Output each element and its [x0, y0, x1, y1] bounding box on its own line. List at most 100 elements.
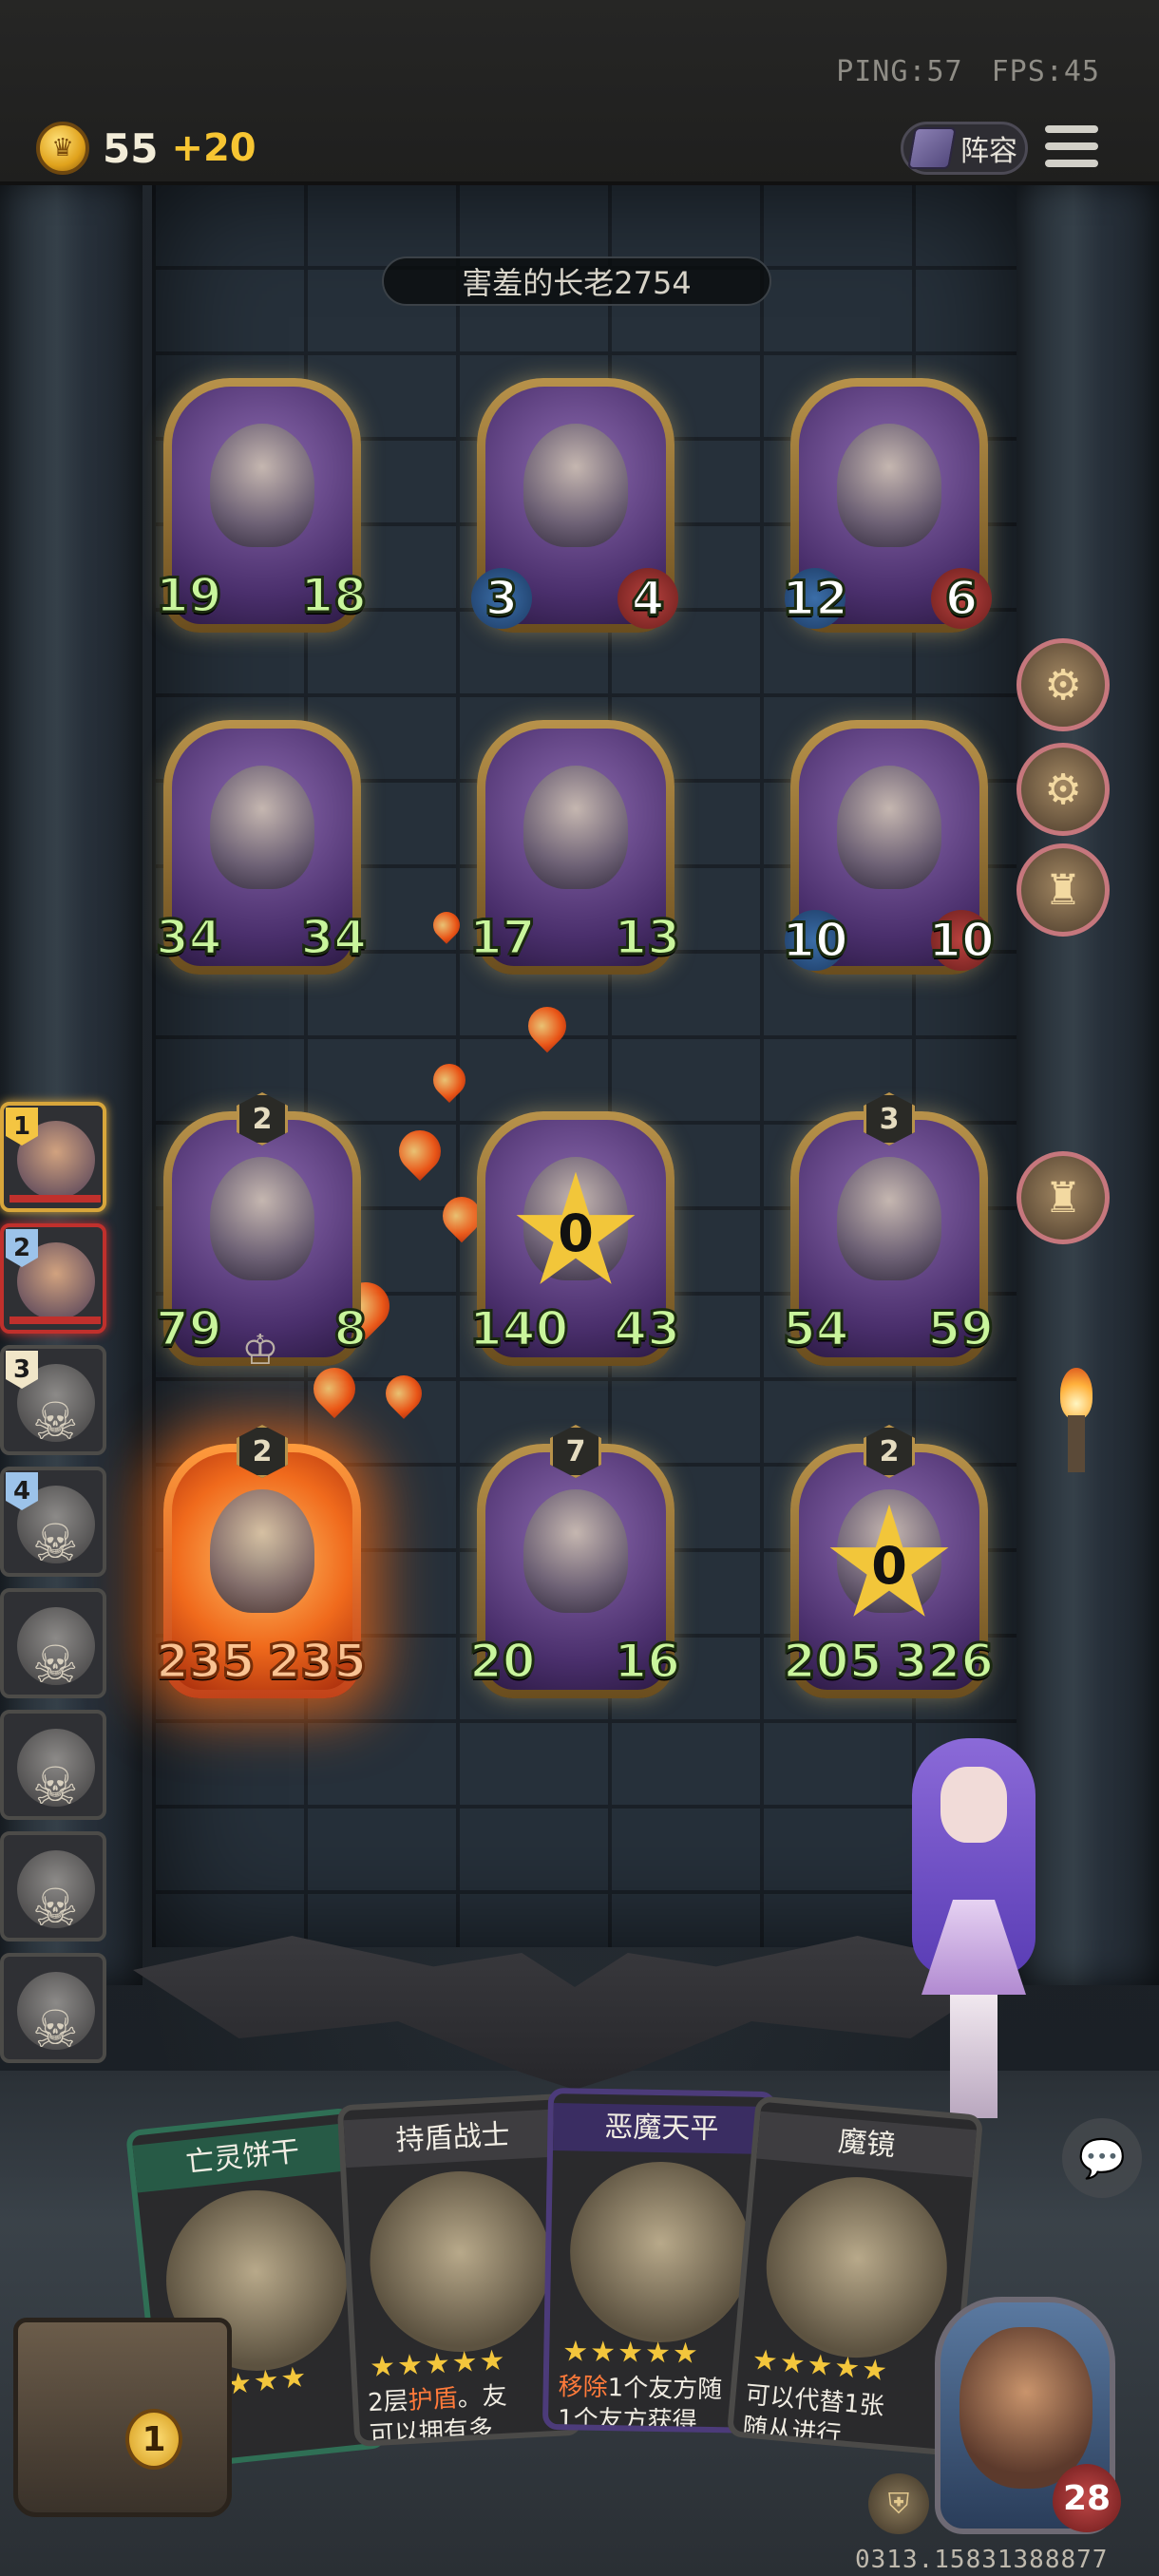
star-rating: ★★★★★	[562, 2335, 701, 2371]
health-bar	[10, 1195, 101, 1203]
coin-income: +20	[171, 126, 256, 170]
shield-warrior-figure	[523, 1488, 628, 1613]
hero-girl-character	[874, 1738, 1074, 2118]
trinket-lighthouse-icon[interactable]: ♜	[1016, 1151, 1110, 1244]
health-value: 8	[332, 1300, 369, 1358]
player-slot[interactable]: ☠	[0, 1953, 106, 2063]
chat-button[interactable]: 💬	[1062, 2118, 1142, 2198]
health-value: 34	[299, 909, 369, 967]
player-ranking-column: 1 2 ☠ 3 ☠ 4 ☠ ☠ ☠ ☠	[0, 1102, 116, 2074]
coin-counter: ♛ 55 +20	[36, 122, 256, 175]
enemy-minion[interactable]: 19 18	[155, 378, 368, 633]
attack-value: 12	[781, 568, 849, 629]
right-pillar	[1016, 180, 1159, 1985]
attack-value: 205	[781, 1633, 883, 1691]
attack-value: 235	[154, 1633, 256, 1691]
armored-knight-figure	[210, 423, 314, 547]
torch-stick	[1068, 1415, 1085, 1472]
menu-bar-icon	[1045, 125, 1098, 133]
player-minion[interactable]: 2 235 235	[154, 1425, 369, 1698]
book-icon	[907, 127, 957, 169]
player-slot[interactable]: ☠ 3	[0, 1345, 106, 1455]
hamburger-menu-button[interactable]	[1045, 122, 1098, 171]
enemy-minion[interactable]: 12 6	[781, 378, 992, 633]
golden-warrior-figure	[210, 1488, 314, 1613]
skull-icon: ☠	[32, 1513, 79, 1573]
paladin-figure	[837, 423, 941, 547]
enemy-minion[interactable]: 17 13	[468, 720, 681, 975]
lineup-label: 阵容	[960, 135, 1017, 168]
attack-value: 10	[781, 910, 849, 971]
girl-face	[940, 1767, 1007, 1843]
health-value: 235	[266, 1633, 368, 1691]
attack-value: 54	[782, 1300, 851, 1358]
magic-mirror-art	[758, 2169, 955, 2366]
lineup-button[interactable]: 阵容	[901, 122, 1028, 175]
hand-card-title: 持盾战士	[343, 2109, 562, 2169]
network-status: PING:57 FPS:45	[836, 55, 1100, 88]
hero-power-shield-button[interactable]: ⛨	[868, 2473, 929, 2534]
health-value: 59	[926, 1300, 996, 1358]
attack-value: 17	[468, 909, 538, 967]
fps-readout: FPS:45	[991, 55, 1100, 88]
bat-demon-figure	[523, 423, 628, 547]
health-value: 43	[613, 1300, 682, 1358]
top-bar: PING:57 FPS:45 ♛ 55 +20 阵容	[0, 0, 1159, 185]
demon-scale-art	[568, 2160, 752, 2344]
player-slot[interactable]: 1	[0, 1102, 106, 1212]
menu-bar-icon	[1045, 160, 1098, 167]
attack-value: 19	[155, 567, 224, 625]
player-slot[interactable]: 2	[0, 1223, 106, 1334]
health-value: 16	[613, 1633, 682, 1691]
girl-legs	[950, 1995, 998, 2118]
player-minion[interactable]: 2 0 205 326	[781, 1425, 996, 1698]
enemy-minion[interactable]: 34 34	[155, 720, 368, 975]
wall-torch	[1054, 1368, 1096, 1472]
shop-chest-button[interactable]	[13, 2318, 232, 2517]
health-value: 18	[299, 567, 369, 625]
enemy-minion[interactable]: 10 10	[781, 720, 996, 975]
crown-icon: ♔	[241, 1326, 279, 1374]
opponent-name-banner: 害羞的长老2754	[382, 256, 771, 306]
coin-icon: ♛	[36, 122, 89, 175]
game-id-text: 0313.15831388877	[855, 2546, 1109, 2574]
star-rating: ★★★★★	[369, 2343, 508, 2385]
hero-health-badge: 28	[1053, 2464, 1121, 2532]
health-value: 10	[927, 910, 996, 971]
player-slot[interactable]: ☠	[0, 1588, 106, 1698]
trinket-cannon-icon[interactable]: ⚙	[1016, 743, 1110, 836]
player-slot[interactable]: ☠	[0, 1710, 106, 1820]
skull-icon: ☠	[32, 1392, 79, 1451]
coin-amount: 55	[103, 124, 159, 172]
health-value: 6	[931, 568, 992, 629]
attack-value: 79	[155, 1300, 224, 1358]
skull-icon: ☠	[32, 1635, 79, 1695]
fire-demon-figure	[523, 765, 628, 889]
health-value: 326	[893, 1633, 995, 1691]
hand-card-title: 魔镜	[756, 2111, 977, 2178]
enemy-minion[interactable]: 3 4	[471, 378, 678, 633]
skull-icon: ☠	[32, 1999, 79, 2059]
torch-flame-icon	[1060, 1368, 1092, 1419]
bat-demon-figure	[837, 1156, 941, 1280]
trinket-cannon-icon[interactable]: ⚙	[1016, 638, 1110, 731]
player-slot[interactable]: ☠	[0, 1831, 106, 1941]
horned-sage-figure	[837, 765, 941, 889]
hero-face	[960, 2327, 1092, 2489]
player-minion[interactable]: 0 140 43	[467, 1111, 681, 1366]
game-scene: PING:57 FPS:45 ♛ 55 +20 阵容 害羞的长老2754 19 …	[0, 0, 1159, 2576]
attack-value: 140	[467, 1300, 569, 1358]
player-minion[interactable]: 7 20 16	[468, 1425, 681, 1698]
hand-card-title: 恶魔天平	[553, 2103, 770, 2155]
player-minion[interactable]: 3 54 59	[782, 1092, 995, 1366]
attack-value: 3	[471, 568, 532, 629]
skull-icon: ☠	[32, 1878, 79, 1938]
chat-bubble-icon: 💬	[1078, 2136, 1126, 2181]
hand-card-title: 亡灵饼干	[132, 2122, 353, 2193]
attack-value: 34	[155, 909, 224, 967]
shield-warrior-art	[365, 2167, 556, 2357]
dragon-figure	[210, 1156, 314, 1280]
menu-bar-icon	[1045, 142, 1098, 150]
trinket-lighthouse-icon[interactable]: ♜	[1016, 843, 1110, 937]
player-slot[interactable]: ☠ 4	[0, 1467, 106, 1577]
